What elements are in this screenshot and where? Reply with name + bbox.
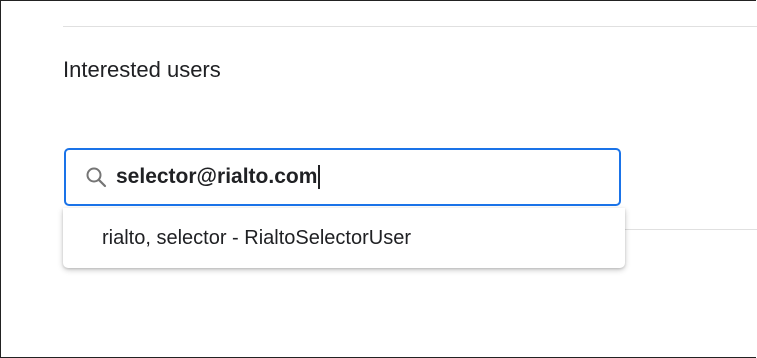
interested-users-title: Interested users: [63, 57, 221, 82]
suggestion-item[interactable]: rialto, selector - RialtoSelectorUser: [63, 208, 625, 268]
user-search-input[interactable]: selector@rialto.com: [64, 148, 621, 206]
search-icon: [86, 167, 107, 188]
search-input-value[interactable]: selector@rialto.com: [116, 165, 317, 189]
section-divider: [63, 26, 757, 27]
text-cursor: [318, 165, 320, 189]
suggestion-dropdown: rialto, selector - RialtoSelectorUser: [63, 208, 625, 268]
section-divider-lower: [625, 229, 757, 230]
